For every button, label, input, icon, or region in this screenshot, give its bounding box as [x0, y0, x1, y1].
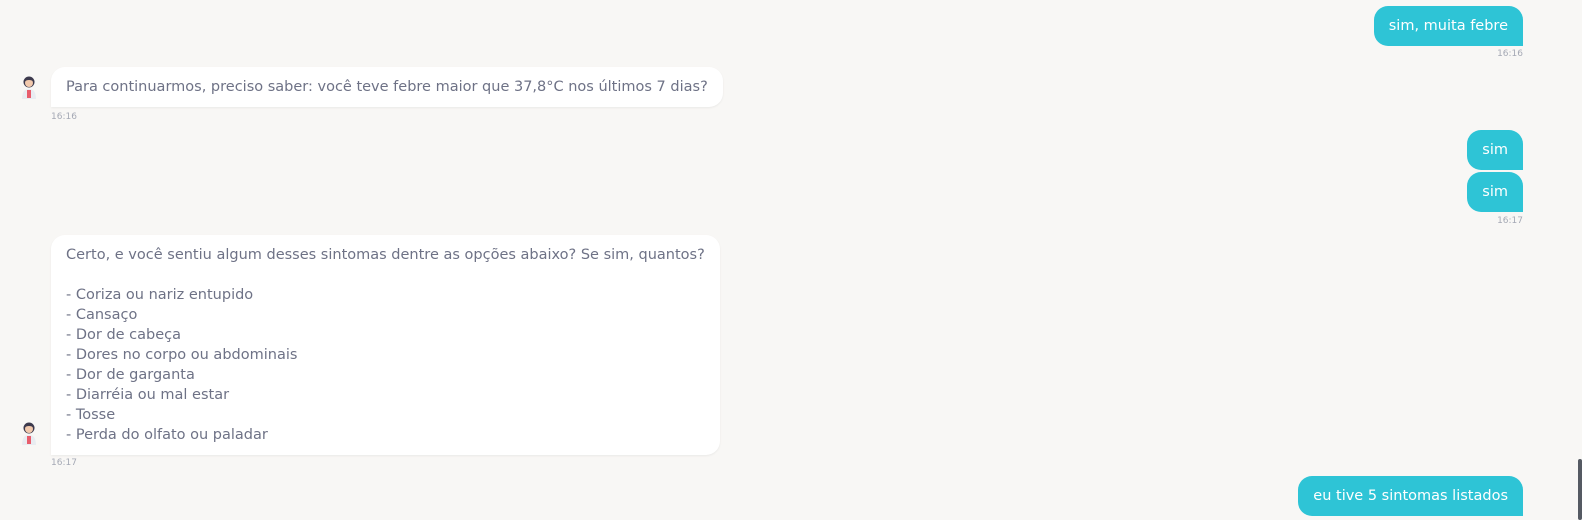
user-message-bubble: sim	[1467, 172, 1523, 212]
message-timestamp: 16:16	[1497, 49, 1523, 59]
user-message-bubble: sim	[1467, 130, 1523, 170]
message-timestamp: 16:17	[1497, 216, 1523, 226]
assistant-avatar-icon	[17, 74, 41, 100]
bot-message-bubble: Para continuarmos, preciso saber: você t…	[51, 67, 723, 107]
user-message-bubble: eu tive 5 sintomas listados	[1298, 476, 1523, 516]
scrollbar-thumb[interactable]	[1578, 459, 1582, 520]
assistant-avatar-icon	[17, 420, 41, 446]
message-timestamp: 16:17	[51, 458, 77, 468]
message-timestamp: 16:16	[51, 112, 77, 122]
bot-message-bubble: Certo, e você sentiu algum desses sintom…	[51, 235, 720, 455]
user-message-bubble: sim, muita febre	[1373, 6, 1523, 46]
chat-thread: sim, muita febre 16:16 Para continuarmos…	[0, 0, 1582, 520]
